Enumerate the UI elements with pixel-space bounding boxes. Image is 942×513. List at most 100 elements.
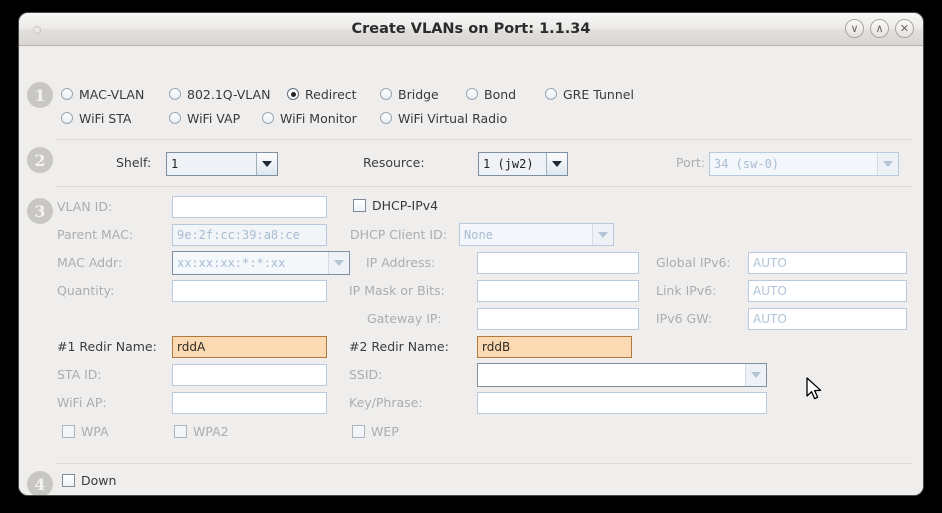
radio-mark-icon <box>545 88 557 100</box>
gateway-ip-label: Gateway IP: <box>367 311 442 326</box>
vlan-id-input[interactable] <box>172 196 327 218</box>
port-label: Port: <box>676 155 705 170</box>
port-type-radio-group: MAC-VLAN 802.1Q-VLAN Redirect Bridge Bon… <box>61 82 634 130</box>
resource-combo[interactable]: 1 (jw2) <box>478 152 568 176</box>
radio-mark-icon <box>466 88 478 100</box>
close-button[interactable]: ✕ <box>895 19 914 38</box>
step-badge-4: 4 <box>27 471 53 495</box>
row-redir-names: #1 Redir Name: rddA #2 Redir Name: rddB <box>19 334 923 362</box>
radio-label: 802.1Q-VLAN <box>187 86 271 102</box>
vlan-id-label: VLAN ID: <box>57 199 113 214</box>
maximize-button[interactable]: ∧ <box>870 19 889 38</box>
sta-id-input[interactable] <box>172 364 327 386</box>
chevron-down-icon[interactable] <box>256 153 277 175</box>
chevron-down-icon[interactable] <box>546 153 567 175</box>
minimize-button[interactable]: ∨ <box>845 19 864 38</box>
link-ipv6-input[interactable]: AUTO <box>748 280 907 302</box>
wep-checkbox: WEP <box>352 424 399 439</box>
link-ipv6-label: Link IPv6: <box>656 283 717 298</box>
row-mac-addr: MAC Addr: xx:xx:xx:*:*:xx IP Address: Gl… <box>19 250 923 278</box>
chevron-down-icon[interactable] <box>328 252 349 274</box>
redir1-input[interactable]: rddA <box>172 336 327 358</box>
shelf-label: Shelf: <box>116 155 152 170</box>
radio-label: WiFi VAP <box>187 110 241 126</box>
resource-value: 1 (jw2) <box>479 153 546 175</box>
chevron-down-icon[interactable] <box>745 364 766 386</box>
checkbox-mark-icon <box>353 199 366 212</box>
title-bar[interactable]: Create VLANs on Port: 1.1.34 ∨ ∧ ✕ <box>19 13 923 46</box>
quantity-label: Quantity: <box>57 283 115 298</box>
checkbox-mark-icon <box>174 425 187 438</box>
divider-2 <box>55 186 913 187</box>
port-type-row-2: WiFi STA WiFi VAP WiFi Monitor WiFi Virt… <box>61 106 634 130</box>
row-quantity: Quantity: IP Mask or Bits: Link IPv6: AU… <box>19 278 923 306</box>
radio-gre-tunnel[interactable]: GRE Tunnel <box>545 87 634 102</box>
radio-label: WiFi Virtual Radio <box>398 110 508 126</box>
mac-addr-combo[interactable]: xx:xx:xx:*:*:xx <box>172 251 350 275</box>
dialog-body: 1 2 3 4 MAC-VLAN 802.1Q-VLAN Redirect Br… <box>19 46 923 495</box>
ip-mask-label: IP Mask or Bits: <box>349 283 445 298</box>
wifi-ap-input[interactable] <box>172 392 327 414</box>
ipv6-gw-input[interactable]: AUTO <box>748 308 907 330</box>
radio-wifi-monitor[interactable]: WiFi Monitor <box>262 111 380 126</box>
ip-address-input[interactable] <box>477 252 639 274</box>
dhcp-ipv4-checkbox[interactable]: DHCP-IPv4 <box>353 198 438 213</box>
radio-label: WiFi STA <box>79 110 132 126</box>
global-ipv6-label: Global IPv6: <box>656 255 731 270</box>
port-type-row-1: MAC-VLAN 802.1Q-VLAN Redirect Bridge Bon… <box>61 82 634 106</box>
quantity-input[interactable] <box>172 280 327 302</box>
wifi-ap-label: WiFi AP: <box>57 395 107 410</box>
ssid-combo[interactable] <box>477 363 767 387</box>
ip-mask-input[interactable] <box>477 280 639 302</box>
radio-mark-icon <box>61 112 73 124</box>
key-phrase-input[interactable] <box>477 392 767 414</box>
settings-grid: VLAN ID: DHCP-IPv4 Parent MAC: 9e:2f:cc:… <box>19 194 923 448</box>
gateway-ip-input[interactable] <box>477 308 639 330</box>
dhcp-ipv4-label: DHCP-IPv4 <box>372 198 439 213</box>
divider-3 <box>55 463 913 464</box>
checkbox-mark-icon <box>352 425 365 438</box>
radio-label: MAC-VLAN <box>79 86 145 102</box>
checkbox-mark-icon <box>62 474 75 487</box>
radio-mark-icon <box>262 112 274 124</box>
row-security-checkboxes: WPA WPA2 WEP <box>19 418 923 448</box>
window-title: Create VLANs on Port: 1.1.34 <box>351 21 591 37</box>
row-gateway: Gateway IP: IPv6 GW: AUTO <box>19 306 923 334</box>
radio-bond[interactable]: Bond <box>466 87 545 102</box>
shelf-combo[interactable]: 1 <box>166 152 278 176</box>
redir2-input[interactable]: rddB <box>477 336 632 358</box>
radio-label: Bridge <box>398 86 439 102</box>
shelf-value: 1 <box>167 153 256 175</box>
radio-mark-icon <box>380 88 392 100</box>
down-checkbox[interactable]: Down <box>62 473 116 488</box>
chevron-down-icon <box>592 224 613 245</box>
wpa-label: WPA <box>81 424 109 439</box>
radio-mark-icon <box>287 88 299 100</box>
wpa2-label: WPA2 <box>193 424 229 439</box>
step-badge-1: 1 <box>27 82 53 108</box>
radio-redirect[interactable]: Redirect <box>287 87 380 102</box>
radio-wifi-sta[interactable]: WiFi STA <box>61 111 169 126</box>
chevron-down-icon <box>877 153 898 175</box>
parent-mac-label: Parent MAC: <box>57 227 134 242</box>
create-vlans-dialog: Create VLANs on Port: 1.1.34 ∨ ∧ ✕ 1 2 3… <box>18 12 924 496</box>
radio-label: Bond <box>484 86 517 102</box>
radio-mark-icon <box>61 88 73 100</box>
down-label: Down <box>81 473 117 488</box>
ip-address-label: IP Address: <box>366 255 436 270</box>
redir2-label: #2 Redir Name: <box>349 339 449 354</box>
ipv6-gw-label: IPv6 GW: <box>656 311 713 326</box>
radio-802-1q-vlan[interactable]: 802.1Q-VLAN <box>169 87 287 102</box>
wep-label: WEP <box>371 424 399 439</box>
dhcp-client-id-combo: None <box>459 223 614 246</box>
radio-mac-vlan[interactable]: MAC-VLAN <box>61 87 169 102</box>
radio-mark-icon <box>169 88 181 100</box>
location-row: Shelf: 1 Resource: 1 (jw2) Port: 34 (sw-… <box>19 150 923 182</box>
radio-wifi-virtual-radio[interactable]: WiFi Virtual Radio <box>380 111 507 126</box>
dhcp-client-id-value: None <box>460 224 592 245</box>
ssid-value <box>478 364 745 386</box>
global-ipv6-input[interactable]: AUTO <box>748 252 907 274</box>
radio-bridge[interactable]: Bridge <box>380 87 466 102</box>
radio-wifi-vap[interactable]: WiFi VAP <box>169 111 262 126</box>
screen: Create VLANs on Port: 1.1.34 ∨ ∧ ✕ 1 2 3… <box>0 0 942 513</box>
